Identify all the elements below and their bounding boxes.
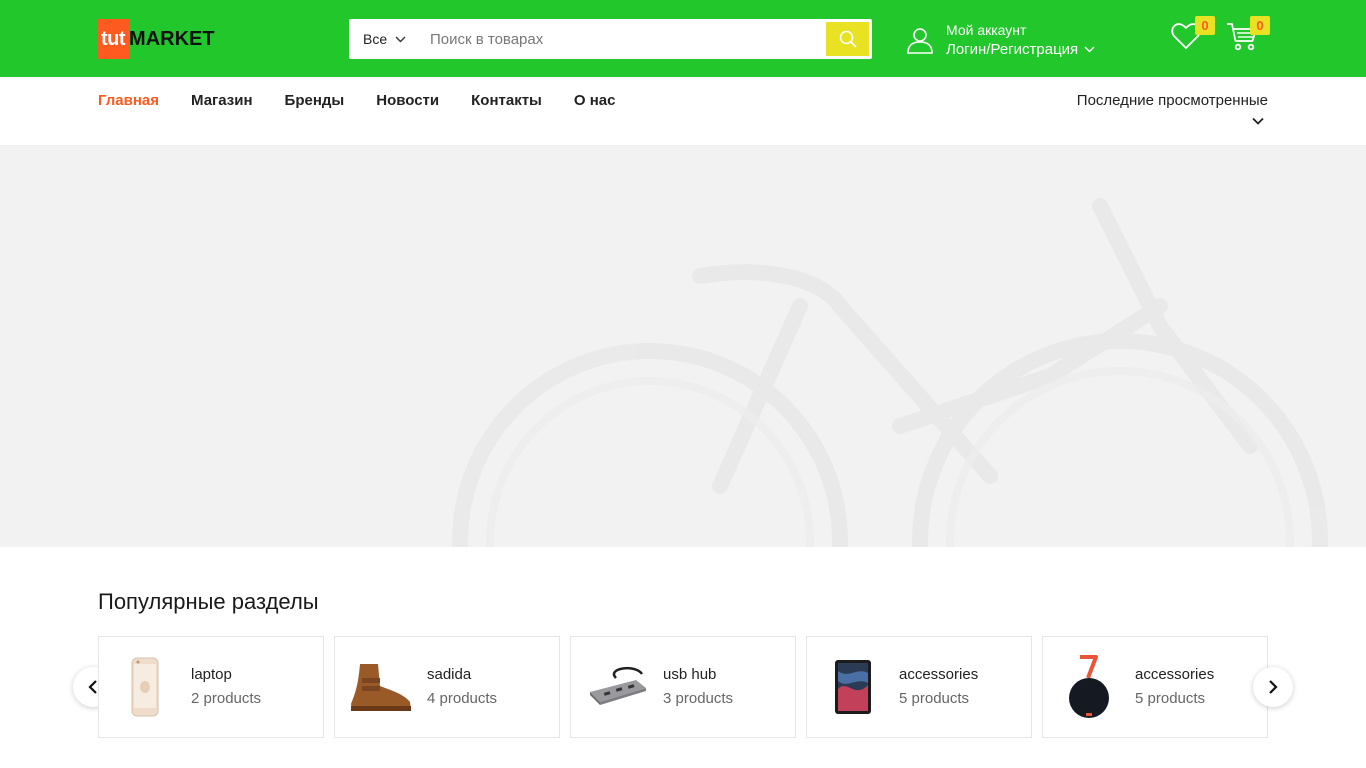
hero-banner[interactable] [0,146,1366,547]
account-title: Мой аккаунт [946,22,1027,38]
category-name: accessories [1135,666,1215,683]
category-name: sadida [427,666,472,683]
chevron-down-icon [1252,117,1264,125]
category-count: 5 products [1135,690,1206,707]
wishlist-count-badge: 0 [1195,16,1215,35]
chevron-left-icon [88,680,97,694]
category-card[interactable]: laptop 2 products [98,636,324,738]
login-register-label: Логин/Регистрация [946,41,1079,58]
login-register-link[interactable]: Логин/Регистрация [946,40,1095,59]
nav-item-about[interactable]: О нас [574,92,616,110]
recently-viewed-label: Последние просмотренные [1076,92,1268,109]
category-count: 5 products [899,690,970,707]
category-card[interactable]: accessories 5 products [1042,636,1268,738]
carousel-next-button[interactable] [1253,667,1293,707]
logo-tut-text: tut [98,19,130,59]
chevron-down-icon [1084,46,1095,53]
nav-item-shop[interactable]: Магазин [191,92,253,110]
category-count: 3 products [663,690,734,707]
popular-sections-title: Популярные разделы [98,589,319,614]
search-category-select[interactable]: Все [349,19,417,59]
category-card[interactable]: usb hub 3 products [570,636,796,738]
wishlist-button[interactable]: 0 [1171,16,1215,54]
nav-item-contacts[interactable]: Контакты [471,92,542,110]
nav-item-brands[interactable]: Бренды [285,92,345,110]
recently-viewed-toggle[interactable]: Последние просмотренные [1077,92,1268,125]
category-name: laptop [191,666,232,683]
cart-button[interactable]: 0 [1226,16,1270,54]
cart-count-badge: 0 [1250,16,1270,35]
category-card[interactable]: sadida 4 products [334,636,560,738]
search-button[interactable] [826,22,869,56]
boot-image [335,652,427,722]
search-bar: Все [349,19,872,59]
phone-image [99,652,191,722]
main-navigation: Главная Магазин Бренды Новости Контакты … [0,77,1366,146]
hero-background-image [452,198,1328,547]
site-logo[interactable]: tut MARKET [98,19,215,59]
search-category-value: Все [363,31,388,47]
tablet-image [807,652,899,722]
nav-menu: Главная Магазин Бренды Новости Контакты … [98,92,647,110]
usb-hub-image [571,652,663,722]
popular-categories-carousel: laptop 2 products sadida 4 products usb … [98,636,1268,738]
nav-item-home[interactable]: Главная [98,92,159,110]
category-name: accessories [899,666,979,683]
category-card[interactable]: accessories 5 products [806,636,1032,738]
category-count: 4 products [427,690,498,707]
chevron-right-icon [1269,680,1278,694]
search-input[interactable] [417,19,826,59]
category-count: 2 products [191,690,262,707]
nav-item-news[interactable]: Новости [376,92,439,110]
user-icon [907,28,933,54]
speaker-image [1043,652,1135,722]
account-menu[interactable]: Мой аккаунт Логин/Регистрация [906,19,1095,61]
logo-market-text: MARKET [129,27,215,50]
search-icon [839,30,857,48]
chevron-down-icon [395,36,406,42]
category-name: usb hub [663,666,717,683]
top-header: tut MARKET Все Мой аккаунт Логин/Регистр… [0,0,1366,77]
